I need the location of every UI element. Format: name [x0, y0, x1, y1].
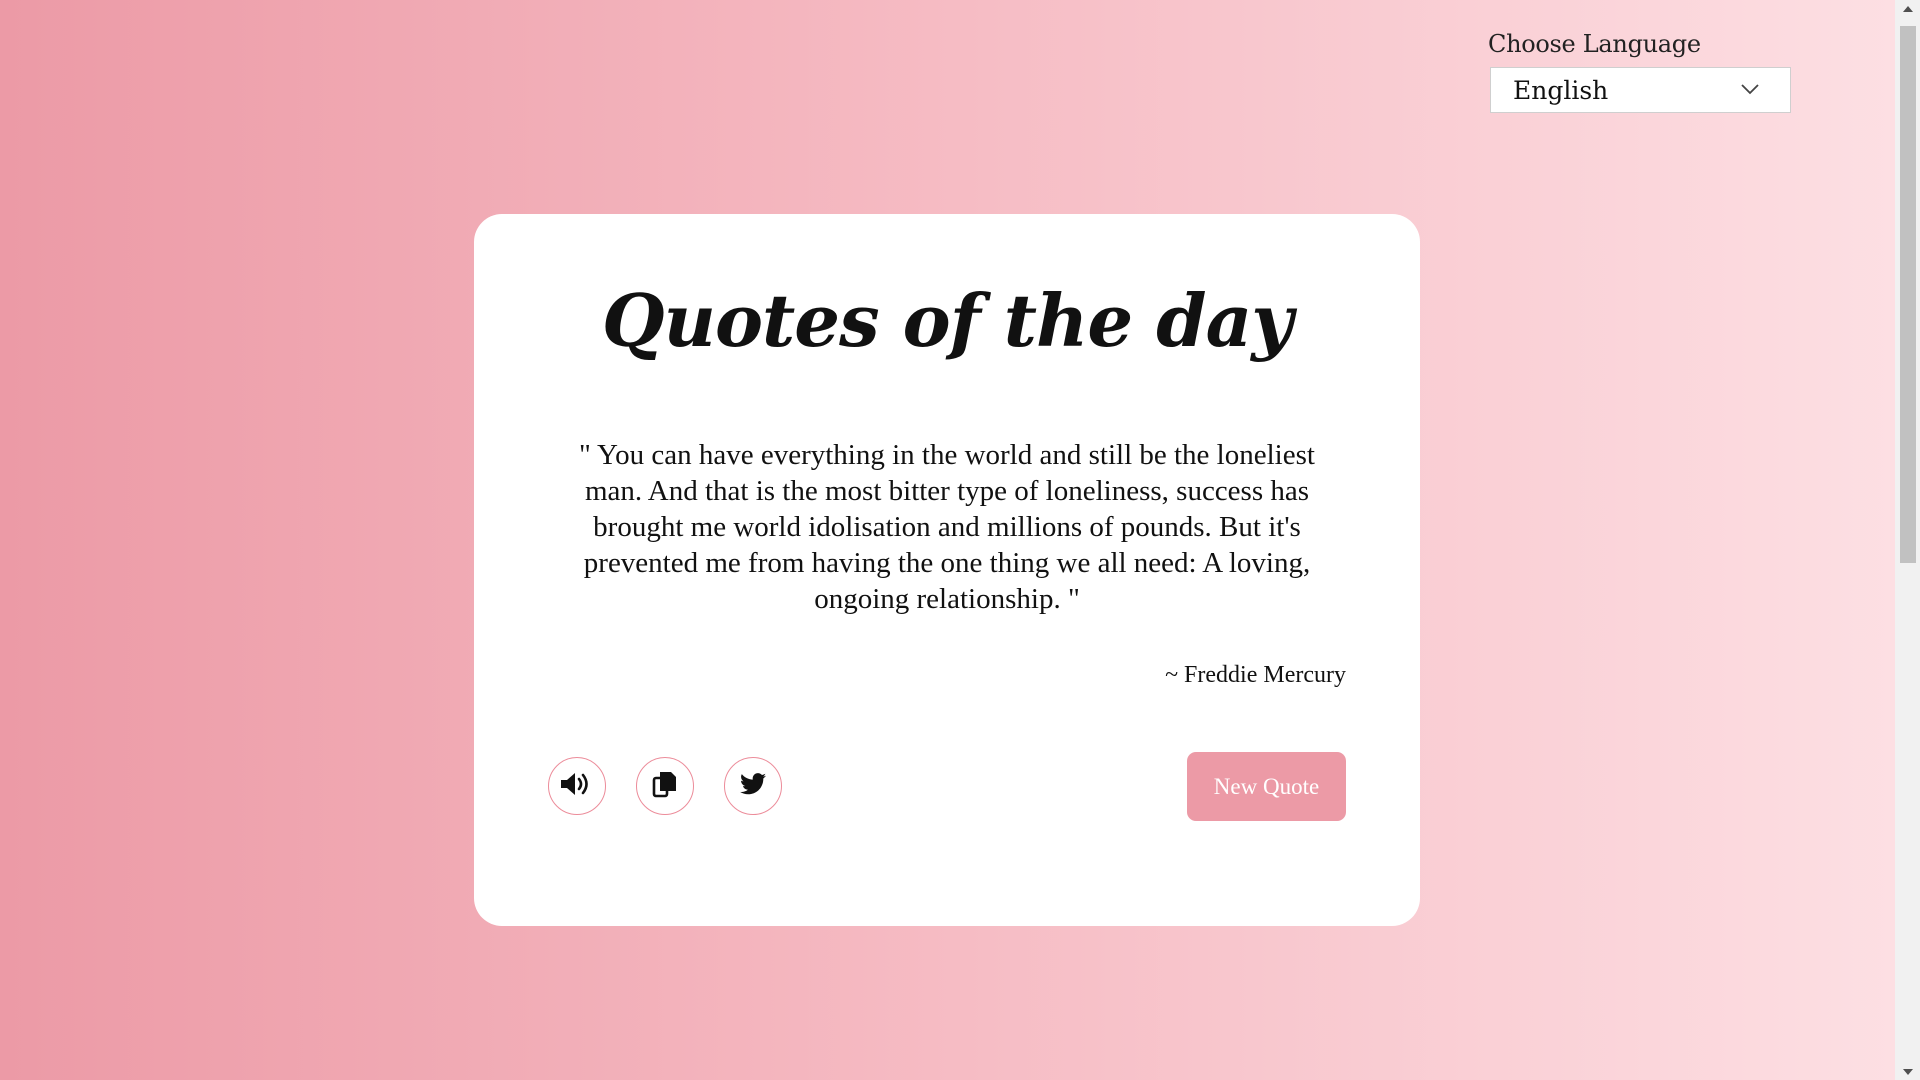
quote-actions [548, 757, 782, 815]
twitter-icon [740, 772, 766, 800]
speaker-icon [559, 770, 595, 803]
quote-card: Quotes of the day " You can have everyth… [474, 214, 1420, 926]
language-selected-value: English [1513, 75, 1609, 105]
quote-text: " You can have everything in the world a… [579, 439, 1315, 615]
new-quote-button[interactable]: New Quote [1187, 752, 1346, 821]
language-label: Choose Language [1488, 30, 1701, 58]
page-title: Quotes of the day [601, 278, 1293, 363]
speak-button[interactable] [548, 757, 606, 815]
quote-author: ~ Freddie Mercury [1165, 662, 1346, 688]
vertical-scrollbar[interactable] [1895, 0, 1920, 1080]
twitter-share-button[interactable] [724, 757, 782, 815]
scroll-down-arrow-icon[interactable] [1895, 1063, 1920, 1080]
chevron-down-icon [1740, 82, 1760, 101]
language-select[interactable]: English [1490, 67, 1791, 113]
copy-icon [652, 770, 678, 803]
copy-button[interactable] [636, 757, 694, 815]
scrollbar-thumb[interactable] [1900, 26, 1916, 563]
scroll-up-arrow-icon[interactable] [1895, 0, 1920, 17]
language-chooser: Choose Language English [1487, 30, 1792, 113]
